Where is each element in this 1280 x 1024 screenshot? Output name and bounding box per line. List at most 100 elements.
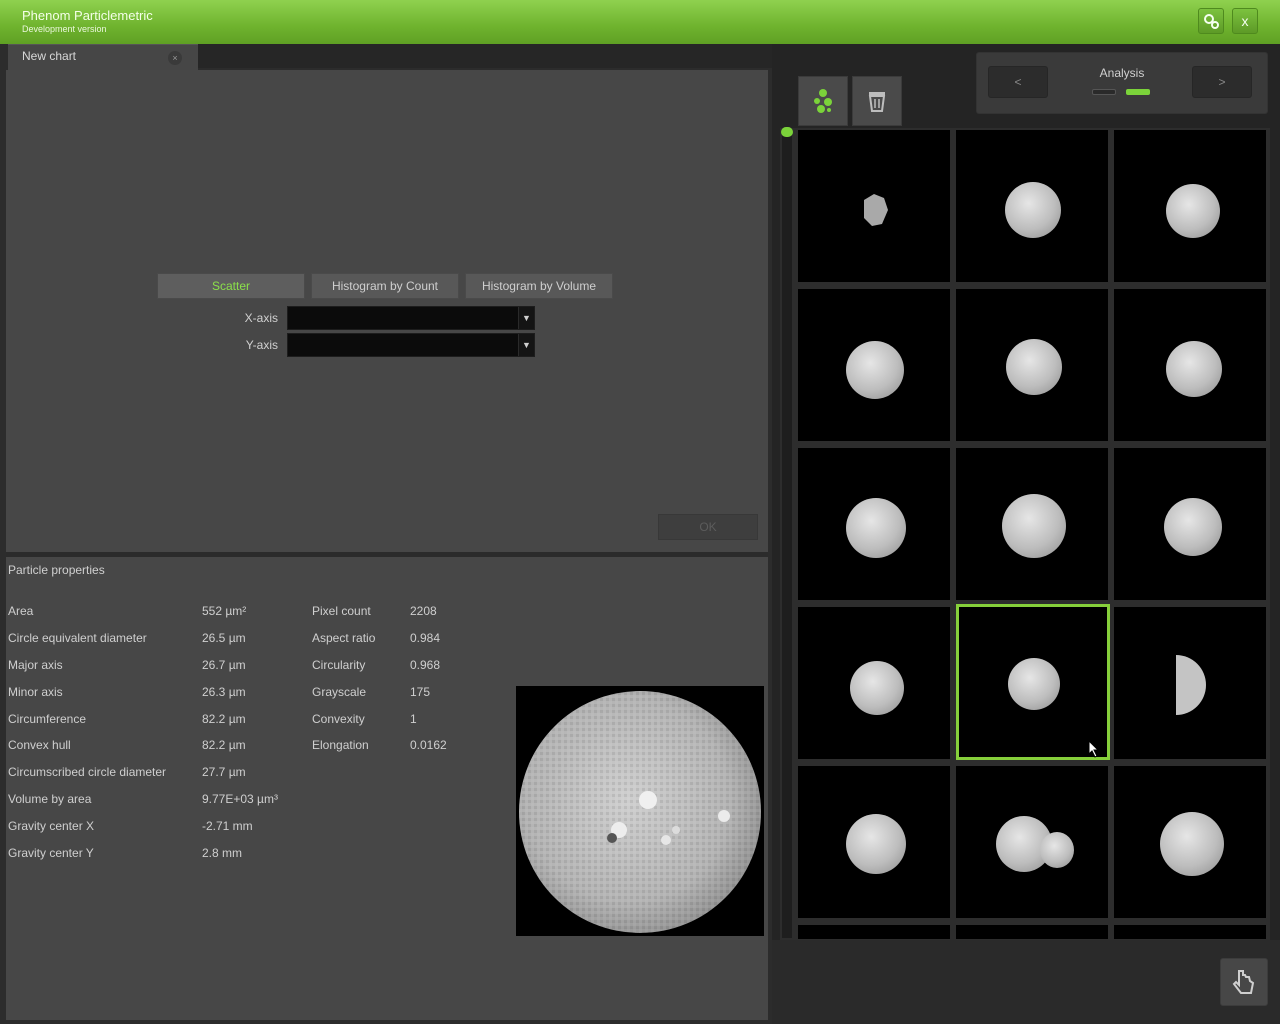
particle-image bbox=[846, 814, 906, 874]
particle-thumbnail[interactable] bbox=[798, 289, 950, 441]
particle-image bbox=[1005, 182, 1061, 238]
prop-value: 1 bbox=[410, 712, 417, 726]
particle-thumbnail[interactable] bbox=[956, 289, 1108, 441]
title-bar: Phenom Particlemetric Development versio… bbox=[0, 0, 1280, 44]
particle-thumbnail[interactable] bbox=[1114, 289, 1266, 441]
x-axis-select[interactable]: ▼ bbox=[287, 306, 535, 330]
particle-image bbox=[1040, 832, 1074, 868]
particle-image bbox=[1002, 494, 1066, 558]
particle-image bbox=[1008, 658, 1060, 710]
prop-value: 82.2 µm bbox=[202, 712, 246, 726]
ok-button[interactable]: OK bbox=[658, 514, 758, 540]
close-icon: x bbox=[1241, 13, 1249, 29]
prop-name: Convexity bbox=[312, 712, 365, 726]
particle-image bbox=[850, 661, 904, 715]
mouse-cursor-icon bbox=[1088, 740, 1100, 758]
app-subtitle: Development version bbox=[22, 24, 107, 34]
prop-name: Circumscribed circle diameter bbox=[8, 765, 167, 779]
particle-thumbnail[interactable] bbox=[956, 925, 1108, 939]
particle-thumbnail[interactable] bbox=[798, 925, 950, 939]
page-indicator-2[interactable] bbox=[1126, 89, 1150, 95]
select-mode-button[interactable] bbox=[1220, 958, 1268, 1006]
prop-name: Volume by area bbox=[8, 792, 92, 806]
prop-value: 26.3 µm bbox=[202, 685, 246, 699]
prop-value: 9.77E+03 µm³ bbox=[202, 792, 278, 806]
next-page-button[interactable]: > bbox=[1192, 66, 1252, 98]
prop-name: Minor axis bbox=[8, 685, 63, 699]
tab-label: New chart bbox=[22, 49, 77, 63]
prop-value: 2208 bbox=[410, 604, 437, 618]
particle-thumbnail[interactable] bbox=[1114, 766, 1266, 918]
prop-value: 175 bbox=[410, 685, 431, 699]
prop-value: 0.0162 bbox=[410, 738, 447, 752]
particle-image bbox=[1166, 184, 1220, 238]
y-axis-select[interactable]: ▼ bbox=[287, 333, 535, 357]
prop-name: Elongation bbox=[312, 738, 369, 752]
particle-thumbnail[interactable] bbox=[1114, 448, 1266, 600]
prop-value: 26.5 µm bbox=[202, 631, 246, 645]
particle-thumbnail-selected[interactable] bbox=[956, 604, 1110, 760]
app-title: Phenom Particlemetric bbox=[22, 8, 153, 23]
gear-icon bbox=[1204, 14, 1219, 29]
delete-particle-button[interactable] bbox=[852, 76, 902, 126]
trash-icon bbox=[868, 92, 886, 112]
particle-thumbnail[interactable] bbox=[1114, 925, 1266, 939]
settings-button[interactable] bbox=[1198, 8, 1224, 34]
particle-image bbox=[1166, 341, 1222, 397]
gallery-scrollbar[interactable] bbox=[782, 132, 792, 938]
particle-preview-image bbox=[516, 686, 764, 936]
prop-value: 26.7 µm bbox=[202, 658, 246, 672]
prop-name: Pixel count bbox=[312, 604, 371, 618]
particle-properties-title: Particle properties bbox=[8, 563, 105, 577]
prop-name: Gravity center X bbox=[8, 819, 95, 833]
particle-thumbnail[interactable] bbox=[956, 448, 1108, 600]
chart-type-histogram-volume[interactable]: Histogram by Volume bbox=[465, 273, 613, 299]
hand-pointer-icon bbox=[1232, 970, 1255, 994]
chevron-down-icon: ▼ bbox=[518, 307, 534, 329]
particle-thumbnail[interactable] bbox=[1114, 130, 1266, 282]
particle-thumbnail[interactable] bbox=[798, 448, 950, 600]
prop-value: 27.7 µm bbox=[202, 765, 246, 779]
prop-name: Grayscale bbox=[312, 685, 367, 699]
prop-name: Circularity bbox=[312, 658, 366, 672]
particle-image bbox=[1176, 655, 1206, 715]
previous-page-button[interactable]: < bbox=[988, 66, 1048, 98]
particle-image bbox=[1006, 339, 1062, 395]
prop-value: 0.968 bbox=[410, 658, 441, 672]
prop-value: 2.8 mm bbox=[202, 846, 243, 860]
particle-image bbox=[846, 341, 904, 399]
particle-thumbnail[interactable] bbox=[798, 607, 950, 759]
prop-value: 82.2 µm bbox=[202, 738, 246, 752]
particle-thumbnail[interactable] bbox=[798, 130, 950, 282]
bottom-toolbar bbox=[772, 940, 1280, 1024]
x-axis-label: X-axis bbox=[244, 311, 278, 325]
particle-image bbox=[846, 498, 906, 558]
prop-value: 552 µm² bbox=[202, 604, 247, 618]
particle-image bbox=[1160, 812, 1224, 876]
show-particles-button[interactable] bbox=[798, 76, 848, 126]
prop-name: Circle equivalent diameter bbox=[8, 631, 147, 645]
page-indicator-1[interactable] bbox=[1092, 89, 1116, 95]
close-window-button[interactable]: x bbox=[1232, 8, 1258, 34]
chart-type-histogram-count[interactable]: Histogram by Count bbox=[311, 273, 459, 299]
scrollbar-thumb[interactable] bbox=[781, 127, 793, 137]
prop-name: Aspect ratio bbox=[312, 631, 376, 645]
particle-image bbox=[864, 194, 888, 226]
particle-thumbnail[interactable] bbox=[956, 766, 1108, 918]
particle-preview-graphic bbox=[519, 691, 761, 933]
prop-name: Area bbox=[8, 604, 34, 618]
particle-thumbnail[interactable] bbox=[1114, 607, 1266, 759]
chart-type-scatter[interactable]: Scatter bbox=[157, 273, 305, 299]
particle-thumbnail[interactable] bbox=[956, 130, 1108, 282]
prop-name: Gravity center Y bbox=[8, 846, 94, 860]
prop-name: Convex hull bbox=[8, 738, 71, 752]
tab-new-chart[interactable]: New chart × bbox=[8, 44, 198, 70]
prop-name: Major axis bbox=[8, 658, 63, 672]
particle-image bbox=[1164, 498, 1222, 556]
tab-close-button[interactable]: × bbox=[168, 51, 182, 65]
prop-name: Circumference bbox=[8, 712, 87, 726]
prop-value: -2.71 mm bbox=[202, 819, 253, 833]
particle-thumbnail[interactable] bbox=[798, 766, 950, 918]
particles-icon bbox=[814, 89, 832, 113]
chevron-down-icon: ▼ bbox=[518, 334, 534, 356]
